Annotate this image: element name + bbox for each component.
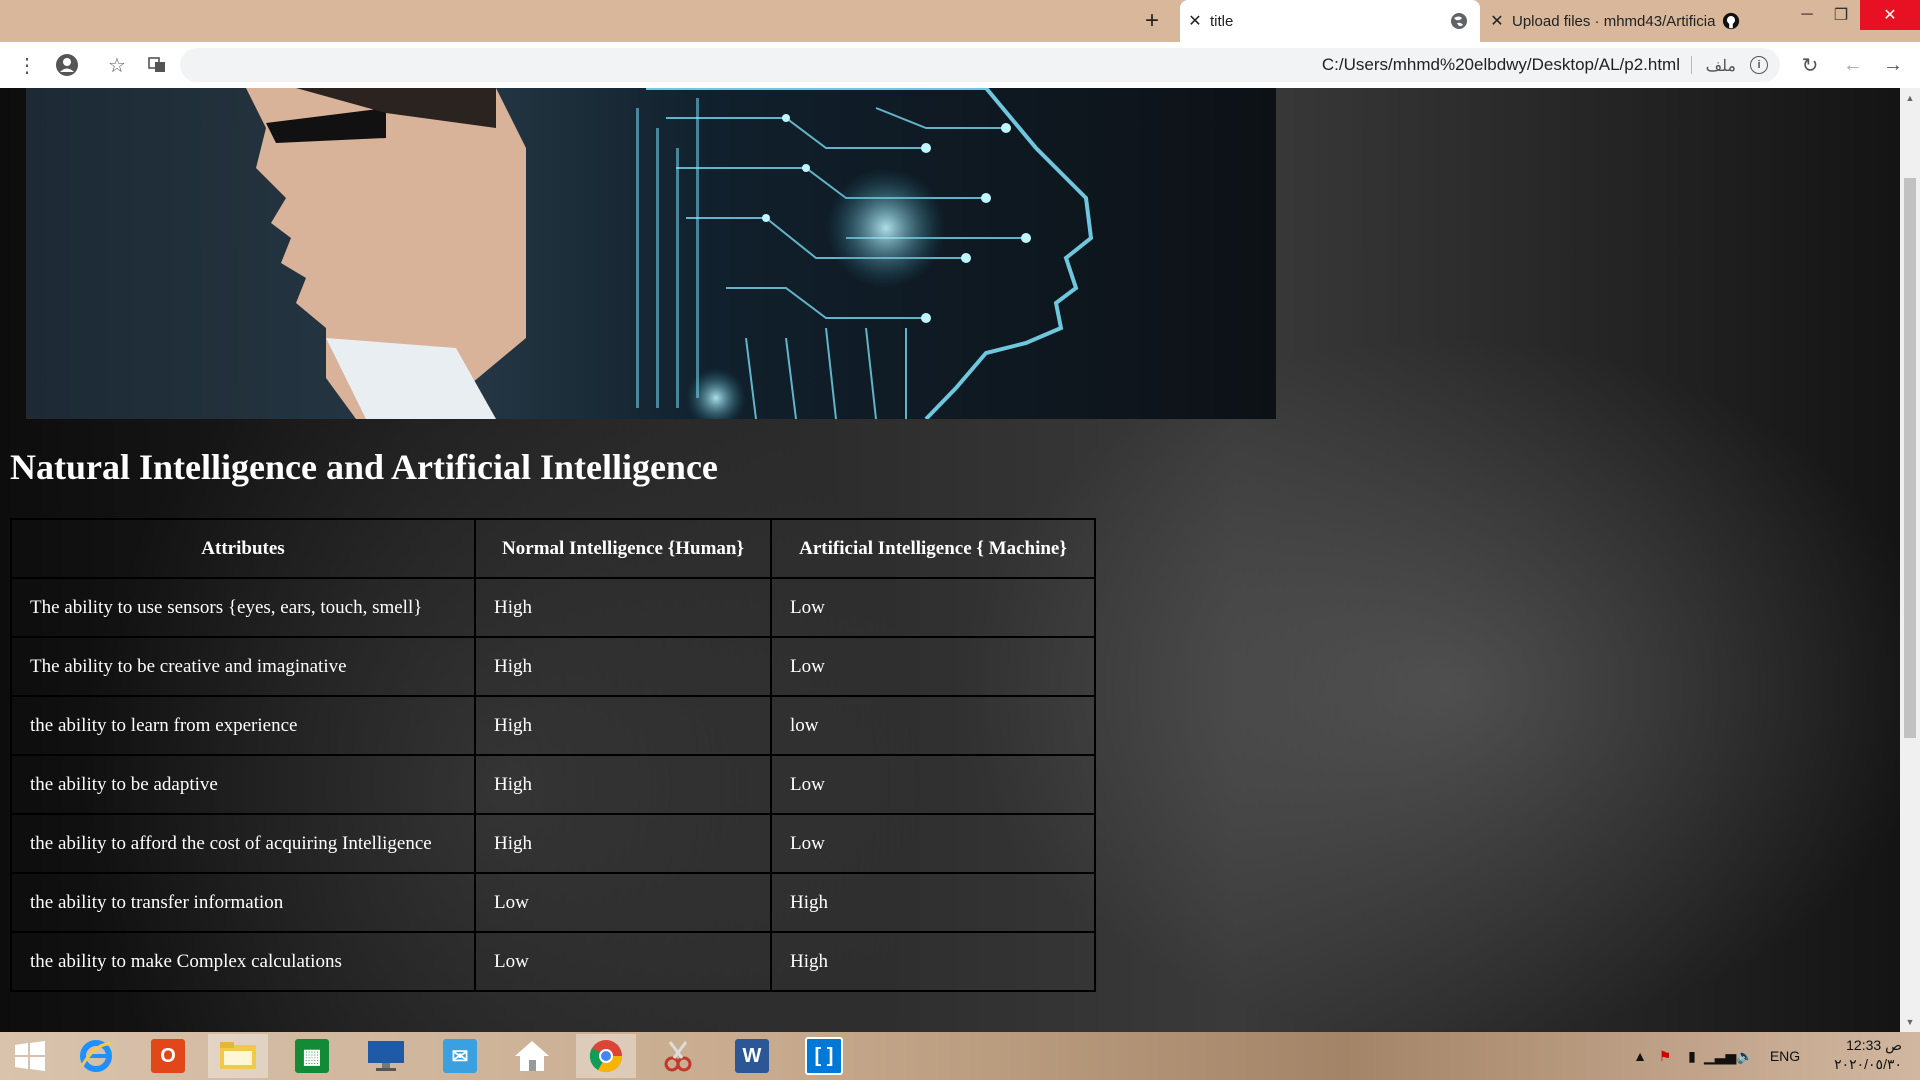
browser-tab-strip: + ✕ title ✕ Upload files · mhmd43/Artifi… xyxy=(0,0,1920,42)
internet-explorer-icon[interactable] xyxy=(66,1034,126,1078)
profile-icon[interactable] xyxy=(52,50,82,80)
tab-close-icon[interactable]: ✕ xyxy=(1482,11,1512,31)
table-cell: Low xyxy=(770,636,1096,697)
github-icon xyxy=(1722,12,1740,30)
table-cell: High xyxy=(474,754,772,815)
vertical-scrollbar[interactable]: ▲ ▼ xyxy=(1900,88,1920,1032)
network-signal-icon[interactable]: ▁▃▅ xyxy=(1704,1048,1736,1065)
tab-upload-files[interactable]: ✕ Upload files · mhmd43/Artificial- xyxy=(1482,0,1752,42)
snipping-tool-icon[interactable] xyxy=(648,1034,708,1078)
table-cell: The ability to be creative and imaginati… xyxy=(10,636,476,697)
table-cell: the ability to learn from experience xyxy=(10,695,476,756)
store-icon[interactable]: ▦ xyxy=(282,1034,342,1078)
table-row: the ability to learn from experience Hig… xyxy=(10,695,1096,756)
table-cell: High xyxy=(474,695,772,756)
tab-label: title xyxy=(1210,12,1234,30)
table-cell: Low xyxy=(770,577,1096,638)
start-button[interactable] xyxy=(0,1034,60,1078)
url-text[interactable]: C:/Users/mhmd%20elbdwy/Desktop/AL/p2.htm… xyxy=(1322,55,1680,75)
column-header: Normal Intelligence {Human} xyxy=(474,518,772,579)
table-cell: Low xyxy=(770,813,1096,874)
table-cell: Low xyxy=(770,754,1096,815)
table-row: The ability to use sensors {eyes, ears, … xyxy=(10,577,1096,638)
table-cell: the ability to transfer information xyxy=(10,872,476,933)
windows-logo-icon xyxy=(15,1041,45,1071)
table-row: the ability to make Complex calculations… xyxy=(10,931,1096,992)
tab-close-icon[interactable]: ✕ xyxy=(1180,11,1210,31)
bookmark-star-icon[interactable]: ☆ xyxy=(102,50,132,80)
table-cell: Low xyxy=(474,872,772,933)
table-row: the ability to transfer information Low … xyxy=(10,872,1096,933)
scroll-down-arrow-icon[interactable]: ▼ xyxy=(1900,1014,1920,1030)
column-header: Artificial Intelligence { Machine} xyxy=(770,518,1096,579)
system-tray: ▲ ⚑ ▮ ▁▃▅ 🔈 ENG xyxy=(1630,1032,1810,1080)
home-icon[interactable] xyxy=(502,1034,562,1078)
volume-icon[interactable]: 🔈 xyxy=(1730,1048,1760,1065)
table-cell: High xyxy=(474,813,772,874)
translate-icon[interactable] xyxy=(142,50,172,80)
windows-taskbar: O ▦ ✉ W [ ] ▲ ⚑ ▮ ▁▃▅ 🔈 ENG 12:33 ص ٢٠٢٠… xyxy=(0,1032,1920,1080)
table-row: The ability to be creative and imaginati… xyxy=(10,636,1096,697)
show-hidden-icons-icon[interactable]: ▲ xyxy=(1630,1048,1650,1064)
action-center-flag-icon[interactable]: ⚑ xyxy=(1650,1048,1680,1065)
table-header-row: Attributes Normal Intelligence {Human} A… xyxy=(10,518,1096,579)
page-viewport: Natural Intelligence and Artificial Inte… xyxy=(0,88,1900,1032)
table-cell: High xyxy=(474,636,772,697)
page-title: Natural Intelligence and Artificial Inte… xyxy=(10,447,718,487)
table-cell: The ability to use sensors {eyes, ears, … xyxy=(10,577,476,638)
browser-toolbar: ⋮ ☆ C:/Users/mhmd%20elbdwy/Desktop/AL/p2… xyxy=(0,42,1920,89)
table-cell: High xyxy=(770,931,1096,992)
app-bracket-icon[interactable]: [ ] xyxy=(794,1034,854,1078)
table-cell: High xyxy=(770,872,1096,933)
table-cell: the ability to be adaptive xyxy=(10,754,476,815)
kebab-menu-icon[interactable]: ⋮ xyxy=(12,50,42,80)
table-cell: low xyxy=(770,695,1096,756)
maximize-button[interactable]: ❐ xyxy=(1816,0,1866,30)
office-icon[interactable]: O xyxy=(138,1034,198,1078)
scrollbar-thumb[interactable] xyxy=(1904,178,1916,738)
column-header: Attributes xyxy=(10,518,476,579)
comparison-table: Attributes Normal Intelligence {Human} A… xyxy=(10,518,1096,992)
lenovo-monitor-icon[interactable] xyxy=(356,1034,416,1078)
clock-time: 12:33 ص xyxy=(1846,1037,1902,1053)
tab-label: Upload files · mhmd43/Artificial- xyxy=(1512,12,1716,30)
clock-date: ٢٠٢٠/٠٥/٣٠ xyxy=(1834,1056,1902,1072)
hero-image-ai-head xyxy=(26,88,1276,419)
reload-icon[interactable]: ↻ xyxy=(1795,50,1825,80)
address-bar[interactable]: C:/Users/mhmd%20elbdwy/Desktop/AL/p2.htm… xyxy=(180,48,1780,82)
info-icon[interactable]: i xyxy=(1750,56,1768,74)
scroll-up-arrow-icon[interactable]: ▲ xyxy=(1900,90,1920,106)
new-tab-button[interactable]: + xyxy=(1135,6,1169,36)
address-divider xyxy=(1691,56,1692,74)
table-cell: Low xyxy=(474,931,772,992)
table-row: the ability to be adaptive High Low xyxy=(10,754,1096,815)
table-cell: High xyxy=(474,577,772,638)
tab-title[interactable]: ✕ title xyxy=(1180,0,1480,42)
table-cell: the ability to afford the cost of acquir… xyxy=(10,813,476,874)
back-arrow-icon[interactable]: ← xyxy=(1838,50,1868,80)
mail-icon[interactable]: ✉ xyxy=(430,1034,490,1078)
globe-icon xyxy=(1450,12,1468,30)
close-window-button[interactable]: ✕ xyxy=(1860,0,1920,30)
forward-arrow-icon[interactable]: → xyxy=(1878,50,1908,80)
table-cell: the ability to make Complex calculations xyxy=(10,931,476,992)
chrome-icon[interactable] xyxy=(576,1034,636,1078)
clock[interactable]: 12:33 ص ٢٠٢٠/٠٥/٣٠ xyxy=(1834,1036,1902,1074)
word-icon[interactable]: W xyxy=(722,1034,782,1078)
table-row: the ability to afford the cost of acquir… xyxy=(10,813,1096,874)
language-indicator[interactable]: ENG xyxy=(1760,1048,1810,1064)
file-explorer-icon[interactable] xyxy=(208,1034,268,1078)
battery-icon[interactable]: ▮ xyxy=(1680,1048,1704,1065)
scheme-label: ملف xyxy=(1705,58,1736,75)
